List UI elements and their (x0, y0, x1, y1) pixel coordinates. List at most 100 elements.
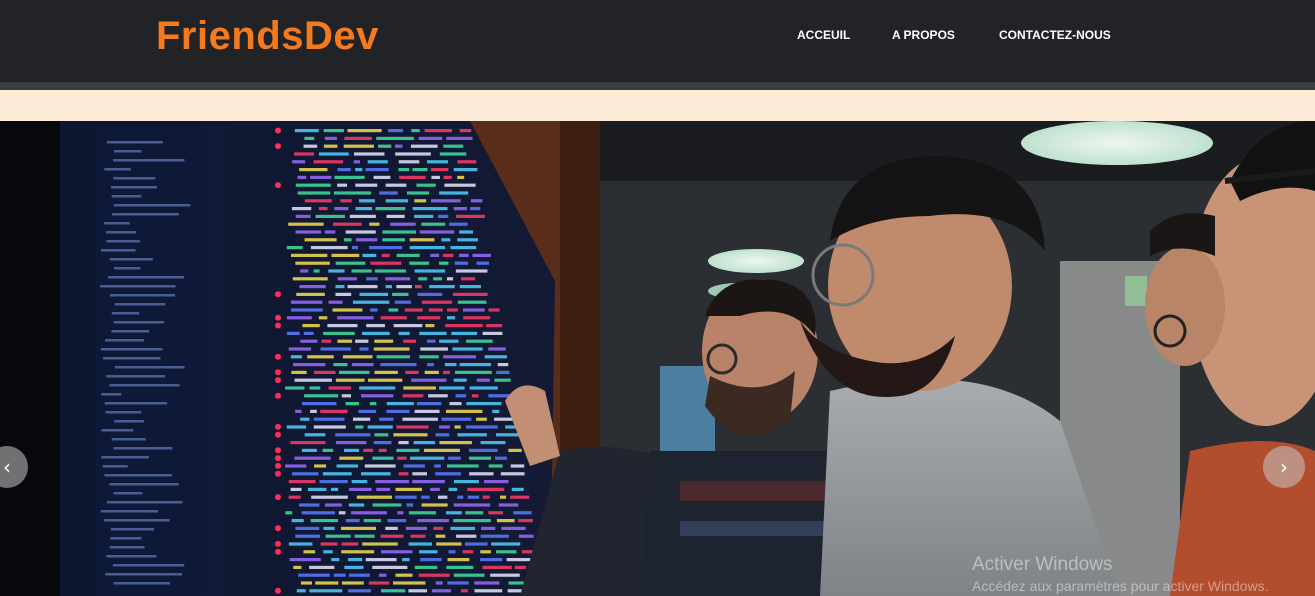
code-glyph (409, 238, 435, 242)
code-glyph (491, 542, 521, 546)
code-glyph (374, 269, 407, 273)
code-glyph (435, 534, 446, 538)
code-glyph (480, 550, 491, 554)
code-glyph (345, 402, 359, 406)
code-glyph (408, 589, 428, 593)
code-glyph (385, 277, 411, 281)
code-glyph (322, 472, 352, 476)
code-glyph (382, 238, 405, 242)
code-glyph (337, 183, 348, 187)
code-glyph (412, 207, 448, 211)
code-glyph (370, 308, 378, 312)
hero-carousel: ‹ › Activer Windows Accédez aux paramètr… (0, 121, 1315, 596)
code-glyph (106, 555, 157, 558)
code-glyph (446, 277, 454, 281)
code-glyph (367, 425, 393, 429)
code-glyph (398, 472, 409, 476)
code-glyph (379, 191, 398, 195)
code-glyph (355, 238, 378, 242)
code-glyph (365, 558, 397, 562)
code-glyph (333, 573, 346, 577)
code-glyph (339, 456, 364, 460)
code-glyph (454, 261, 469, 265)
code-glyph (107, 276, 185, 279)
code-glyph (114, 420, 144, 423)
code-glyph (113, 321, 165, 324)
code-glyph (295, 261, 330, 265)
chevron-left-icon: ‹ (3, 455, 11, 479)
site-header: FriendsDev ACCEUIL A PROPOS CONTACTEZ-NO… (0, 0, 1315, 82)
code-glyph (459, 129, 472, 133)
nav-about[interactable]: A PROPOS (892, 28, 955, 42)
code-glyph (353, 417, 371, 421)
code-glyph (439, 386, 465, 390)
code-glyph (104, 402, 168, 405)
code-glyph (373, 441, 392, 445)
code-glyph (453, 207, 467, 211)
code-glyph (439, 425, 450, 429)
code-glyph (285, 386, 305, 390)
code-glyph (455, 269, 488, 273)
code-glyph (476, 261, 490, 265)
code-glyph (396, 253, 420, 257)
code-glyph (300, 417, 310, 421)
code-glyph (343, 144, 374, 148)
code-glyph (385, 183, 407, 187)
code-glyph (448, 550, 456, 554)
code-glyph (354, 534, 375, 538)
code-glyph (303, 331, 314, 335)
code-glyph (113, 582, 170, 585)
code-glyph (382, 230, 417, 234)
code-glyph (418, 573, 450, 577)
code-glyph (480, 534, 509, 538)
code-glyph (332, 308, 363, 312)
code-marker (275, 353, 281, 360)
code-glyph (480, 558, 503, 562)
code-glyph (445, 409, 483, 413)
code-glyph (113, 159, 185, 162)
code-glyph (111, 330, 150, 333)
code-glyph (439, 339, 459, 343)
code-glyph (112, 564, 185, 567)
code-glyph (412, 168, 428, 172)
code-glyph (518, 534, 534, 538)
code-glyph (443, 175, 452, 179)
code-glyph (347, 285, 378, 289)
code-glyph (498, 503, 519, 507)
code-glyph (392, 581, 426, 585)
code-glyph (314, 464, 327, 468)
nav-contact[interactable]: CONTACTEZ-NOUS (999, 28, 1111, 42)
brand-logo[interactable]: FriendsDev (156, 14, 379, 59)
code-glyph (348, 503, 365, 507)
code-glyph (398, 160, 420, 164)
code-glyph (302, 324, 320, 328)
code-glyph (106, 240, 140, 243)
code-glyph (470, 199, 483, 203)
code-glyph (416, 183, 436, 187)
code-glyph (496, 550, 517, 554)
nav-home[interactable]: ACCEUIL (797, 28, 850, 42)
code-glyph (101, 393, 122, 396)
code-glyph (447, 308, 458, 312)
code-marker (275, 587, 281, 594)
code-glyph (307, 355, 334, 359)
code-glyph (452, 347, 483, 351)
code-glyph (496, 519, 515, 523)
code-glyph (290, 300, 323, 304)
code-glyph (300, 269, 309, 273)
code-glyph (447, 464, 479, 468)
code-glyph (500, 472, 525, 476)
code-glyph (513, 511, 532, 515)
code-glyph (351, 269, 372, 273)
code-glyph (290, 308, 323, 312)
code-glyph (417, 316, 441, 320)
carousel-next-button[interactable]: › (1263, 446, 1305, 488)
code-glyph (297, 175, 307, 179)
code-glyph (344, 136, 372, 140)
code-glyph (404, 308, 423, 312)
code-glyph (109, 483, 179, 486)
code-glyph (402, 558, 410, 562)
code-glyph (109, 546, 145, 549)
code-glyph (294, 456, 331, 460)
code-glyph (285, 511, 293, 515)
